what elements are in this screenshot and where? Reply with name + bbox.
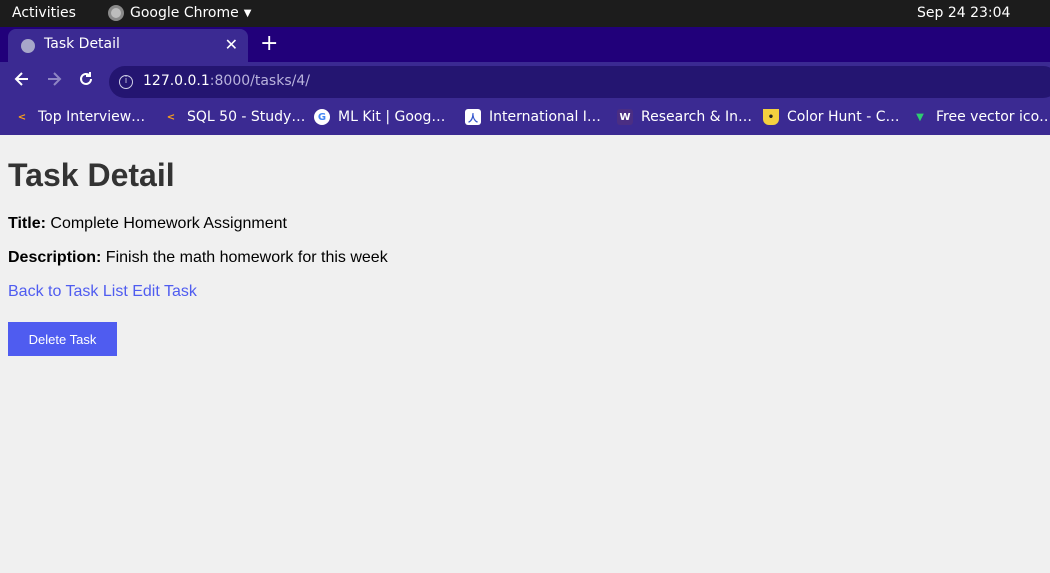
address-bar[interactable]: i 127.0.0.1:8000/tasks/4/ <box>109 66 1050 98</box>
chevron-down-icon: ▼ <box>243 7 252 19</box>
title-value: Complete Homework Assignment <box>50 215 287 232</box>
app-menu[interactable]: Google Chrome ▼ <box>108 5 251 21</box>
leetcode-icon: < <box>17 111 27 123</box>
description-label: Description: <box>8 249 102 266</box>
tab-strip: Task Detail ✕ + <box>0 27 1050 62</box>
forward-arrow-icon[interactable] <box>45 70 63 93</box>
task-title-row: Title: Complete Homework Assignment <box>8 215 287 233</box>
chrome-icon <box>108 5 124 21</box>
reload-icon[interactable] <box>77 70 95 93</box>
page-title: Task Detail <box>8 157 175 193</box>
back-arrow-icon[interactable] <box>13 70 31 93</box>
figure-icon: 人 <box>465 109 481 125</box>
colorhunt-icon: • <box>763 109 779 125</box>
description-value: Finish the math homework for this week <box>105 249 388 266</box>
action-links: Back to Task List Edit Task <box>8 283 197 301</box>
google-icon: G <box>314 109 330 125</box>
w-logo-icon: W <box>617 109 633 125</box>
bookmark-international[interactable]: 人 International I… <box>465 109 601 125</box>
leetcode-icon: < <box>166 111 176 123</box>
tab-title: Task Detail <box>44 36 120 52</box>
bookmark-research[interactable]: W Research & In… <box>617 109 752 125</box>
delete-task-button[interactable]: Delete Task <box>8 322 117 356</box>
vector-icon: ▼ <box>916 111 924 123</box>
task-description-row: Description: Finish the math homework fo… <box>8 249 388 267</box>
bookmark-color-hunt[interactable]: • Color Hunt - C… <box>763 109 900 125</box>
edit-task-link[interactable]: Edit Task <box>132 283 197 300</box>
bookmark-free-vector[interactable]: ▼ Free vector ico… <box>912 109 1050 125</box>
bookmark-top-interview[interactable]: < Top Interview… <box>14 109 145 125</box>
system-top-bar: Activities Google Chrome ▼ Sep 24 23:04 <box>0 0 1050 27</box>
clock[interactable]: Sep 24 23:04 <box>917 5 1010 21</box>
page-content: Task Detail Title: Complete Homework Ass… <box>0 135 1050 573</box>
site-info-icon[interactable]: i <box>119 75 133 89</box>
close-icon[interactable]: ✕ <box>225 35 238 54</box>
tab-task-detail[interactable]: Task Detail ✕ <box>8 29 248 62</box>
globe-icon <box>21 39 35 53</box>
title-label: Title: <box>8 215 46 232</box>
activities-button[interactable]: Activities <box>12 5 76 21</box>
bookmark-ml-kit[interactable]: G ML Kit | Goog… <box>314 109 445 125</box>
browser-toolbar: i 127.0.0.1:8000/tasks/4/ <box>0 62 1050 102</box>
bookmarks-bar: < Top Interview… < SQL 50 - Study… G ML … <box>0 102 1050 135</box>
app-name: Google Chrome <box>130 5 239 21</box>
bookmark-sql-50[interactable]: < SQL 50 - Study… <box>163 109 306 125</box>
url-text[interactable]: 127.0.0.1:8000/tasks/4/ <box>143 73 310 89</box>
new-tab-button[interactable]: + <box>260 31 278 56</box>
back-to-task-list-link[interactable]: Back to Task List <box>8 283 128 300</box>
